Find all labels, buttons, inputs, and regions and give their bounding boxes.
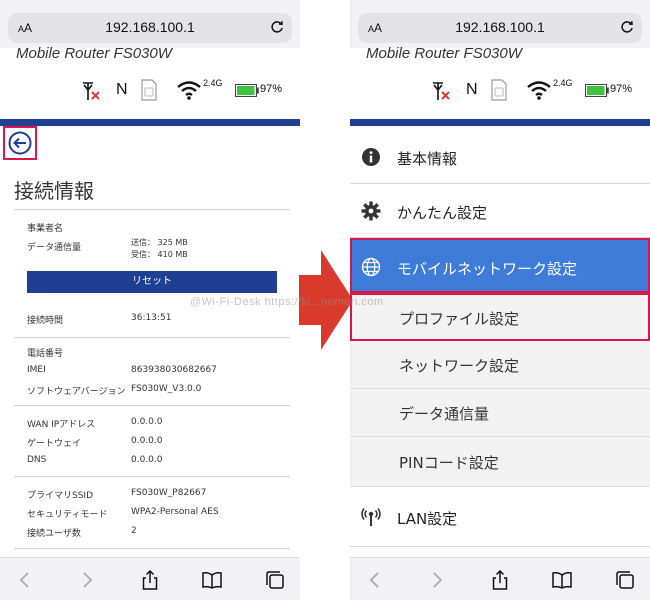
- divider: [14, 209, 290, 210]
- ssid-label: プライマリSSID: [27, 491, 94, 501]
- tabs-icon[interactable]: [265, 570, 285, 590]
- data-usage-label: データ通信量: [27, 243, 82, 253]
- network-type-indicator: N: [116, 81, 128, 98]
- antenna-signal-icon: [361, 508, 381, 526]
- wan-ip-label: WAN IPアドレス: [27, 420, 96, 430]
- back-icon[interactable]: [15, 570, 35, 590]
- submenu-item-data-usage[interactable]: データ通信量: [350, 389, 650, 437]
- bookmarks-icon[interactable]: [552, 570, 572, 590]
- globe-icon: [361, 257, 381, 277]
- gear-icon: [361, 201, 381, 221]
- wan-ip-value: 0.0.0.0: [131, 417, 163, 427]
- menu-item-lan[interactable]: LAN設定: [350, 487, 650, 547]
- sim-card-icon: [141, 79, 157, 101]
- divider: [14, 405, 290, 406]
- url-field[interactable]: AA 192.168.100.1: [8, 13, 292, 43]
- divider: [14, 548, 290, 549]
- divider: [14, 476, 290, 477]
- watermark-text: @Wi-Fi-Desk https://ki...nomori.com: [190, 296, 384, 308]
- tabs-icon[interactable]: [615, 570, 635, 590]
- submenu-label: プロファイル設定: [399, 310, 520, 328]
- reset-button[interactable]: リセット: [27, 271, 277, 293]
- submenu-item-network[interactable]: ネットワーク設定: [350, 341, 650, 389]
- no-signal-antenna-icon: [433, 82, 450, 100]
- operator-label: 事業者名: [27, 224, 64, 234]
- browser-address-bar: AA 192.168.100.1: [350, 0, 650, 48]
- menu-label: かんたん設定: [397, 204, 488, 222]
- battery-icon: [585, 84, 609, 97]
- submenu-item-pin-code[interactable]: PINコード設定: [350, 437, 650, 487]
- phone-number-label: 電話番号: [27, 349, 64, 359]
- security-mode-label: セキュリティモード: [27, 510, 108, 520]
- phone-screen-menu: AA 192.168.100.1 Mobile Router FS030W N …: [350, 0, 650, 600]
- browser-address-bar: AA 192.168.100.1: [0, 0, 300, 48]
- battery-percent: 97%: [610, 83, 633, 95]
- router-status-bar: N 2.4G 97%: [80, 78, 300, 104]
- gateway-value: 0.0.0.0: [131, 436, 163, 446]
- menu-item-basic-info[interactable]: 基本情報: [350, 131, 650, 184]
- submenu-label: PINコード設定: [399, 454, 499, 472]
- page-title: 接続情報: [14, 179, 94, 203]
- security-mode-value: WPA2-Personal AES: [131, 507, 219, 517]
- header-band: [350, 119, 650, 126]
- data-received-value: 受信： 410 MB: [131, 250, 188, 259]
- url-field[interactable]: AA 192.168.100.1: [358, 13, 642, 43]
- back-icon[interactable]: [365, 570, 385, 590]
- forward-icon[interactable]: [77, 570, 97, 590]
- router-model-title: Mobile Router FS030W: [16, 45, 172, 62]
- imei-value: 863938030682667: [131, 365, 217, 375]
- submenu-label: ネットワーク設定: [399, 357, 520, 375]
- network-type-indicator: N: [466, 81, 478, 98]
- data-sent-value: 送信： 325 MB: [131, 238, 188, 247]
- share-icon[interactable]: [140, 570, 160, 590]
- menu-item-easy-setup[interactable]: かんたん設定: [350, 184, 650, 238]
- back-arrow-icon[interactable]: [8, 131, 32, 155]
- wifi-icon: [527, 81, 551, 100]
- header-band: [0, 119, 300, 126]
- browser-toolbar: [0, 557, 300, 600]
- gateway-label: ゲートウェイ: [27, 439, 82, 449]
- battery-percent: 97%: [260, 83, 283, 95]
- router-status-bar: N 2.4G 97%: [430, 78, 650, 104]
- url-text: 192.168.100.1: [455, 19, 545, 35]
- menu-label: LAN設定: [397, 510, 458, 528]
- bookmarks-icon[interactable]: [202, 570, 222, 590]
- no-signal-antenna-icon: [83, 82, 100, 100]
- wifi-band-label: 2.4G: [553, 78, 573, 88]
- imei-label: IMEI: [27, 365, 46, 375]
- wifi-icon: [177, 81, 201, 100]
- software-version-label: ソフトウェアバージョン: [27, 387, 126, 397]
- info-icon: [362, 148, 380, 166]
- connect-time-value: 36:13:51: [131, 313, 172, 323]
- router-model-title: Mobile Router FS030W: [366, 45, 522, 62]
- reload-icon[interactable]: [269, 19, 285, 35]
- ssid-value: FS030W_P82667: [131, 488, 207, 498]
- wifi-band-label: 2.4G: [203, 78, 223, 88]
- connect-time-label: 接続時間: [27, 316, 64, 326]
- battery-icon: [235, 84, 259, 97]
- reload-icon[interactable]: [619, 19, 635, 35]
- dns-value: 0.0.0.0: [131, 455, 163, 465]
- connected-users-value: 2: [131, 526, 137, 536]
- dns-label: DNS: [27, 455, 47, 465]
- submenu-item-profile[interactable]: プロファイル設定: [350, 293, 650, 341]
- url-text: 192.168.100.1: [105, 19, 195, 35]
- sim-card-icon: [491, 79, 507, 101]
- share-icon[interactable]: [490, 570, 510, 590]
- back-button-highlight: [3, 126, 37, 160]
- software-version-value: FS030W_V3.0.0: [131, 384, 202, 394]
- menu-label: モバイルネットワーク設定: [397, 260, 578, 278]
- forward-icon[interactable]: [427, 570, 447, 590]
- menu-item-mobile-network[interactable]: モバイルネットワーク設定: [350, 238, 650, 293]
- menu-label: 基本情報: [397, 150, 458, 168]
- divider: [14, 337, 290, 338]
- submenu-label: データ通信量: [399, 405, 490, 423]
- browser-toolbar: [350, 557, 650, 600]
- connected-users-label: 接続ユーザ数: [27, 529, 81, 539]
